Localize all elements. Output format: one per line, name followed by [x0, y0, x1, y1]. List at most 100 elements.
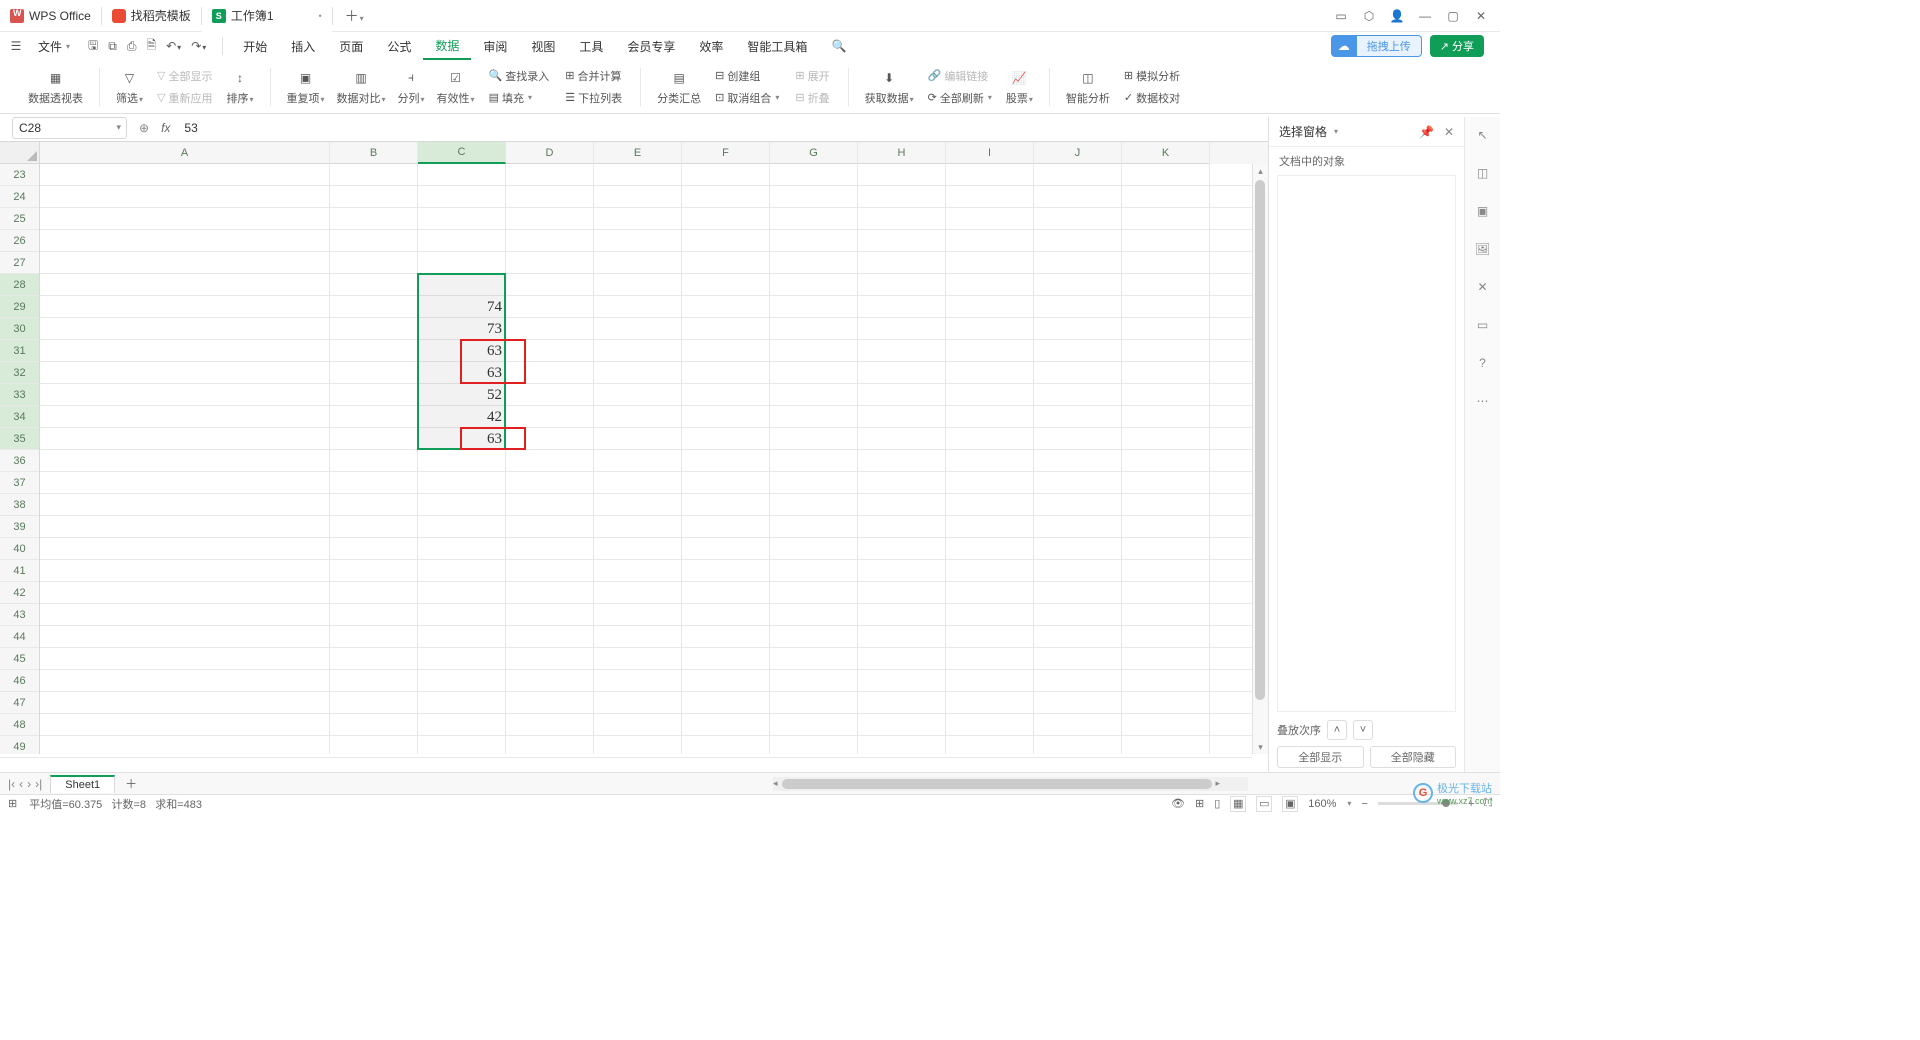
expand-lookup-icon[interactable]: ⊕: [135, 121, 153, 135]
row-header[interactable]: 37: [0, 472, 39, 494]
save-icon[interactable]: 🖫: [88, 36, 98, 57]
row-header[interactable]: 43: [0, 604, 39, 626]
row-header[interactable]: 45: [0, 648, 39, 670]
pin-icon[interactable]: 📌: [1419, 125, 1434, 139]
tab-member[interactable]: 会员专享: [615, 32, 687, 60]
next-sheet-icon[interactable]: ›: [27, 777, 31, 791]
show-all-button[interactable]: 全部显示: [1277, 746, 1364, 768]
cloud-icon[interactable]: ☁: [1331, 35, 1357, 57]
select-icon[interactable]: ↖: [1473, 125, 1493, 145]
print-icon[interactable]: ⎙: [127, 39, 137, 54]
first-sheet-icon[interactable]: |‹: [8, 777, 15, 791]
row-header[interactable]: 41: [0, 560, 39, 582]
zoom-out-button[interactable]: −: [1361, 798, 1367, 810]
column-header[interactable]: H: [858, 142, 946, 164]
column-header[interactable]: A: [40, 142, 330, 164]
fx-icon[interactable]: fx: [153, 121, 178, 135]
cell[interactable]: 73: [418, 318, 506, 340]
row-header[interactable]: 27: [0, 252, 39, 274]
move-down-button[interactable]: ˅: [1353, 720, 1373, 740]
subtotal-button[interactable]: ▤分类汇总: [651, 60, 707, 113]
row-header[interactable]: 33: [0, 384, 39, 406]
row-header[interactable]: 26: [0, 230, 39, 252]
collapse-button[interactable]: ⊟折叠: [791, 88, 833, 108]
cell[interactable]: 63: [418, 362, 506, 384]
move-up-button[interactable]: ˄: [1327, 720, 1347, 740]
name-box[interactable]: C28 ▾: [12, 117, 127, 139]
window-maximize[interactable]: ▢: [1446, 9, 1460, 23]
column-header[interactable]: E: [594, 142, 682, 164]
link-icon[interactable]: ⧉: [108, 39, 117, 54]
row-header[interactable]: 44: [0, 626, 39, 648]
normal-view-button[interactable]: ▦: [1230, 796, 1246, 812]
row-header[interactable]: 35: [0, 428, 39, 450]
search-icon[interactable]: 🔍: [819, 32, 858, 60]
help-icon[interactable]: ?: [1473, 353, 1493, 373]
row-header[interactable]: 31: [0, 340, 39, 362]
undo-icon[interactable]: ↶▾: [166, 39, 181, 53]
fill-button[interactable]: ▤填充▾: [485, 88, 554, 108]
tab-wps-home[interactable]: WPS Office: [0, 0, 101, 32]
reapply-button[interactable]: ▽重新应用: [153, 88, 216, 108]
prev-sheet-icon[interactable]: ‹: [19, 777, 23, 791]
tab-efficiency[interactable]: 效率: [687, 32, 735, 60]
column-header[interactable]: G: [770, 142, 858, 164]
pivot-table-button[interactable]: ▦数据透视表: [22, 60, 89, 113]
tab-review[interactable]: 审阅: [471, 32, 519, 60]
column-header[interactable]: K: [1122, 142, 1210, 164]
lookup-input-button[interactable]: 🔍查找录入: [485, 66, 554, 86]
cell[interactable]: 42: [418, 406, 506, 428]
cell-grid[interactable]: 5374736363524263: [40, 164, 1252, 754]
expand-button[interactable]: ⊞展开: [791, 66, 833, 86]
get-data-button[interactable]: ⬇获取数据▾: [859, 60, 920, 113]
tools-icon[interactable]: ✕: [1473, 277, 1493, 297]
column-header[interactable]: I: [946, 142, 1034, 164]
tab-ai-toolbox[interactable]: 智能工具箱: [735, 32, 819, 60]
window-close[interactable]: ✕: [1474, 9, 1488, 23]
window-minimize[interactable]: —: [1418, 9, 1432, 23]
tab-data[interactable]: 数据: [423, 32, 471, 60]
last-sheet-icon[interactable]: ›|: [35, 777, 42, 791]
image-icon[interactable]: 🖼: [1473, 239, 1493, 259]
upload-button[interactable]: 拖拽上传: [1357, 35, 1422, 57]
cell[interactable]: 52: [418, 384, 506, 406]
whatif-button[interactable]: ⊞模拟分析: [1120, 66, 1184, 86]
column-header[interactable]: F: [682, 142, 770, 164]
eye-icon[interactable]: 👁: [1171, 797, 1185, 810]
duplicates-button[interactable]: ▣重复项▾: [281, 60, 331, 113]
add-sheet-button[interactable]: ＋: [115, 775, 147, 792]
text-to-columns-button[interactable]: ⫞分列▾: [392, 60, 431, 113]
close-icon[interactable]: ✕: [1444, 125, 1454, 139]
smart-analysis-button[interactable]: ◫智能分析: [1060, 60, 1116, 113]
group-button[interactable]: ⊟创建组: [711, 66, 783, 86]
chevron-down-icon[interactable]: ▾: [1334, 127, 1338, 136]
stocks-button[interactable]: 📈股票▾: [1000, 60, 1039, 113]
row-header[interactable]: 34: [0, 406, 39, 428]
row-header[interactable]: 38: [0, 494, 39, 516]
row-header[interactable]: 47: [0, 692, 39, 714]
row-header[interactable]: 30: [0, 318, 39, 340]
vertical-scrollbar[interactable]: ▴ ▾: [1252, 164, 1268, 754]
column-header[interactable]: C: [418, 142, 506, 164]
row-header[interactable]: 29: [0, 296, 39, 318]
tab-workbook[interactable]: S 工作簿1 •: [202, 0, 332, 32]
hide-all-button[interactable]: 全部隐藏: [1370, 746, 1457, 768]
page-view-button[interactable]: ▭: [1256, 796, 1272, 812]
sheet-tab-active[interactable]: Sheet1: [50, 775, 115, 793]
zoom-value[interactable]: 160%: [1308, 798, 1336, 810]
scroll-left-icon[interactable]: ◂: [773, 778, 778, 789]
property-icon[interactable]: ▣: [1473, 201, 1493, 221]
tab-view[interactable]: 视图: [519, 32, 567, 60]
column-header[interactable]: B: [330, 142, 418, 164]
row-header[interactable]: 42: [0, 582, 39, 604]
row-header[interactable]: 39: [0, 516, 39, 538]
hamburger-icon[interactable]: ☰: [6, 36, 26, 56]
dropdown-list-button[interactable]: ☰下拉列表: [561, 88, 626, 108]
column-header[interactable]: D: [506, 142, 594, 164]
tab-insert[interactable]: 插入: [279, 32, 327, 60]
column-icon[interactable]: ▯: [1214, 797, 1220, 810]
menu-icon[interactable]: ⊞: [8, 797, 17, 810]
edit-links-button[interactable]: 🔗编辑链接: [924, 66, 996, 86]
tab-docer[interactable]: 找稻壳模板: [102, 0, 201, 32]
column-header[interactable]: J: [1034, 142, 1122, 164]
